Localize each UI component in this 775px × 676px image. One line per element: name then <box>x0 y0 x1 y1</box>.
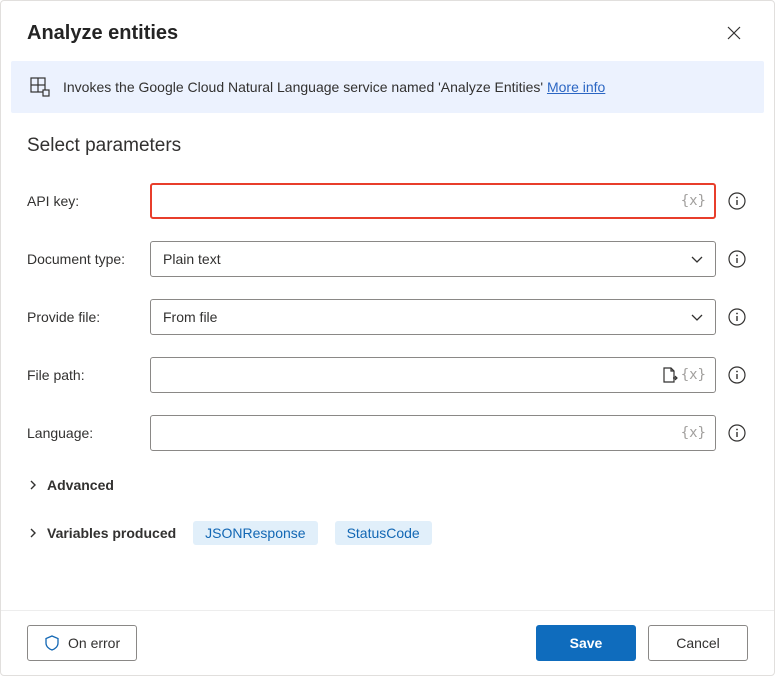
info-banner: Invokes the Google Cloud Natural Languag… <box>11 61 764 113</box>
api-key-label: API key: <box>27 193 150 209</box>
dialog-footer: On error Save Cancel <box>1 610 774 675</box>
info-icon <box>728 192 746 210</box>
save-label: Save <box>570 635 603 651</box>
close-icon <box>726 25 742 41</box>
close-button[interactable] <box>720 19 748 47</box>
banner-description: Invokes the Google Cloud Natural Languag… <box>63 79 543 95</box>
action-icon <box>29 76 51 98</box>
on-error-button[interactable]: On error <box>27 625 137 661</box>
info-icon <box>728 308 746 326</box>
info-icon <box>728 424 746 442</box>
cancel-label: Cancel <box>676 635 720 651</box>
info-icon <box>728 250 746 268</box>
more-info-link[interactable]: More info <box>547 79 605 95</box>
document-type-label: Document type: <box>27 251 150 267</box>
api-key-info-button[interactable] <box>726 190 748 212</box>
advanced-expander[interactable]: Advanced <box>27 473 748 497</box>
on-error-label: On error <box>68 635 120 651</box>
file-icon <box>660 366 678 384</box>
section-title: Select parameters <box>27 135 748 157</box>
language-input[interactable] <box>150 415 716 451</box>
provide-file-label: Provide file: <box>27 309 150 325</box>
provide-file-info-button[interactable] <box>726 306 748 328</box>
language-info-button[interactable] <box>726 422 748 444</box>
cancel-button[interactable]: Cancel <box>648 625 748 661</box>
shield-icon <box>44 635 60 651</box>
document-type-select[interactable] <box>150 241 716 277</box>
variable-chip-json-response[interactable]: JSONResponse <box>193 521 317 545</box>
dialog: Analyze entities Invokes the Google Clou… <box>0 0 775 676</box>
file-path-row: File path: {x} <box>27 357 748 393</box>
dialog-content: Select parameters API key: {x} Document … <box>1 113 774 610</box>
info-icon <box>728 366 746 384</box>
api-key-input[interactable] <box>150 183 716 219</box>
banner-text: Invokes the Google Cloud Natural Languag… <box>63 79 605 95</box>
variables-produced-label: Variables produced <box>47 525 176 541</box>
file-path-label: File path: <box>27 367 150 383</box>
browse-file-button[interactable] <box>660 366 678 384</box>
save-button[interactable]: Save <box>536 625 636 661</box>
language-row: Language: {x} <box>27 415 748 451</box>
variables-produced-expander[interactable]: Variables produced JSONResponse StatusCo… <box>27 517 748 549</box>
advanced-label: Advanced <box>47 477 114 493</box>
api-key-row: API key: {x} <box>27 183 748 219</box>
chevron-right-icon <box>27 527 39 539</box>
language-label: Language: <box>27 425 150 441</box>
dialog-header: Analyze entities <box>1 1 774 61</box>
provide-file-row: Provide file: <box>27 299 748 335</box>
provide-file-select[interactable] <box>150 299 716 335</box>
chevron-right-icon <box>27 479 39 491</box>
file-path-input[interactable] <box>150 357 716 393</box>
document-type-info-button[interactable] <box>726 248 748 270</box>
file-path-info-button[interactable] <box>726 364 748 386</box>
document-type-row: Document type: <box>27 241 748 277</box>
variable-chip-status-code[interactable]: StatusCode <box>335 521 432 545</box>
dialog-title: Analyze entities <box>27 22 178 45</box>
